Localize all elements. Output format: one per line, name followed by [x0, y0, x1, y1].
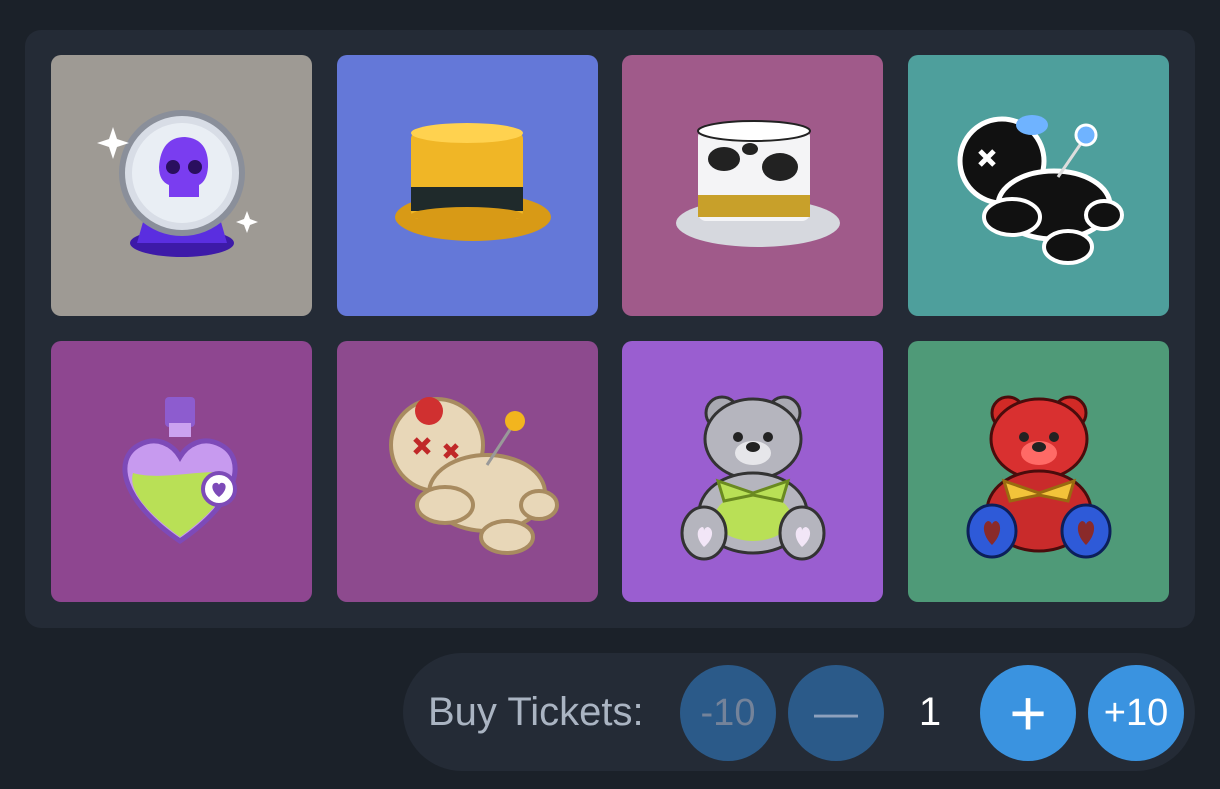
ticket-quantity: 1	[918, 690, 942, 734]
increment-button[interactable]: +	[980, 665, 1076, 761]
decrement-button[interactable]: —	[788, 665, 884, 761]
black-voodoo-doll-icon	[957, 115, 1124, 265]
item-grid-panel	[25, 30, 1195, 628]
minus-10-label: -10	[700, 691, 756, 734]
plus-10-label: +10	[1103, 691, 1169, 734]
buy-tickets-label: Buy Tickets:	[428, 690, 644, 734]
voodoo-doll-icon	[389, 397, 559, 555]
item-tile-gold-top-hat[interactable]	[337, 55, 598, 316]
item-tile-cow-top-hat[interactable]	[622, 55, 883, 316]
item-tile-crystal-ball[interactable]	[51, 55, 312, 316]
crystal-ball-icon	[97, 110, 258, 257]
gold-top-hat-icon	[395, 123, 551, 241]
grey-teddy-bear-icon	[680, 395, 826, 561]
plus-icon: +	[1009, 677, 1047, 749]
minus-10-button[interactable]: -10	[680, 665, 776, 761]
heart-potion-icon	[122, 397, 238, 545]
red-teddy-bear-icon	[966, 395, 1112, 559]
item-tile-grey-teddy-bear[interactable]	[622, 341, 883, 602]
cow-top-hat-icon	[676, 120, 840, 247]
item-tile-voodoo-doll[interactable]	[337, 341, 598, 602]
plus-10-button[interactable]: +10	[1088, 665, 1184, 761]
minus-icon: —	[814, 688, 858, 737]
item-tile-love-potion[interactable]	[51, 341, 312, 602]
item-tile-red-teddy-bear[interactable]	[908, 341, 1169, 602]
item-tile-black-voodoo-doll[interactable]	[908, 55, 1169, 316]
